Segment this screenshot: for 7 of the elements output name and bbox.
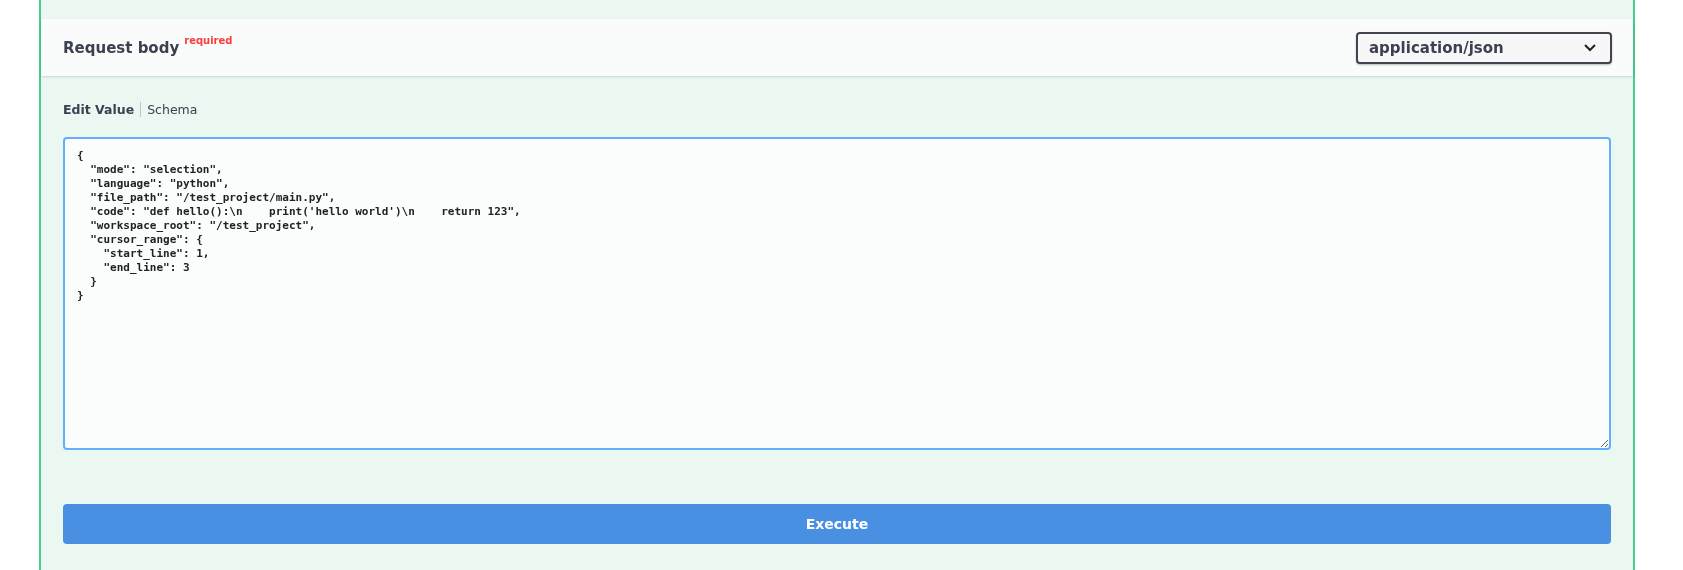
tab[interactable]: Edit Value [63, 101, 135, 117]
chevron-down-icon [1584, 43, 1596, 52]
section-title: Request body [63, 38, 180, 57]
required-label: required [184, 34, 233, 46]
content-type-select[interactable]: application/json [1356, 31, 1612, 64]
json-editor-field[interactable]: { "mode": "selection", "language": "python", "file_path": "/test_project/main.py", "code": "def hello():\n print('hello world')\n return 123", "workspace_root": "/test_project", "cursor_range": { "start_line": 1, "end_line": 3 } } [63, 137, 1611, 450]
tab[interactable]: Schema [147, 101, 198, 117]
